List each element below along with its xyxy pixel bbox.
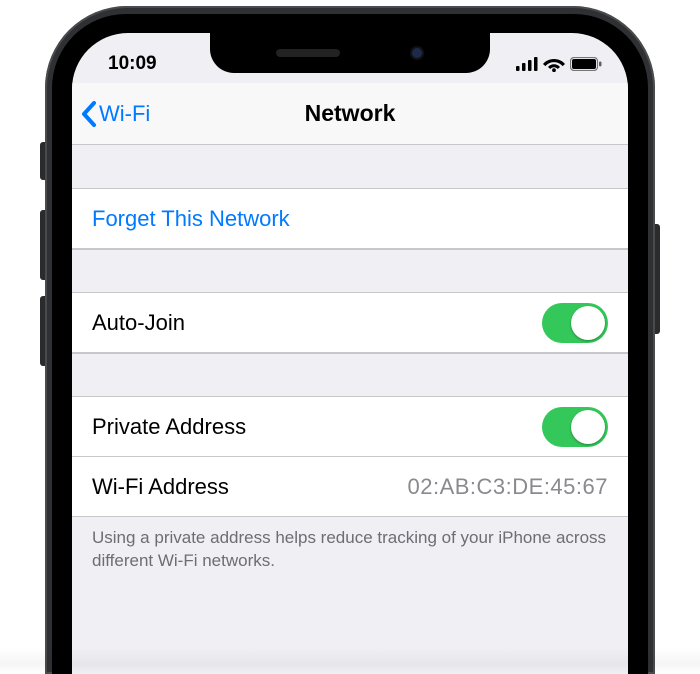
private-address-row: Private Address	[72, 397, 628, 457]
phone-speaker	[276, 49, 340, 57]
chevron-left-icon	[80, 100, 97, 128]
section-gap	[72, 145, 628, 189]
battery-icon	[570, 57, 602, 71]
back-button-label: Wi-Fi	[99, 101, 150, 127]
wifi-address-label: Wi-Fi Address	[92, 474, 407, 500]
section-gap	[72, 249, 628, 293]
wifi-icon	[543, 56, 565, 72]
stage: 10:09	[0, 0, 700, 674]
wifi-address-row: Wi-Fi Address 02:AB:C3:DE:45:67	[72, 457, 628, 517]
toggle-knob	[571, 410, 605, 444]
toggle-knob	[571, 306, 605, 340]
wifi-address-value: 02:AB:C3:DE:45:67	[407, 474, 608, 500]
page-title: Network	[305, 100, 396, 127]
auto-join-row: Auto-Join	[72, 293, 628, 353]
auto-join-toggle[interactable]	[542, 303, 608, 343]
private-address-footer: Using a private address helps reduce tra…	[72, 517, 628, 593]
private-address-label: Private Address	[92, 414, 542, 440]
status-right	[516, 56, 602, 72]
phone-screen: 10:09	[72, 33, 628, 674]
forget-network-label: Forget This Network	[92, 206, 608, 232]
auto-join-label: Auto-Join	[92, 310, 542, 336]
phone-front-camera	[410, 46, 424, 60]
settings-content: Forget This Network Auto-Join Private Ad…	[72, 145, 628, 593]
back-button[interactable]: Wi-Fi	[80, 83, 150, 145]
nav-bar: Wi-Fi Network	[72, 83, 628, 145]
phone-notch	[210, 33, 490, 73]
forget-network-row[interactable]: Forget This Network	[72, 189, 628, 249]
cellular-signal-icon	[516, 57, 538, 71]
section-gap	[72, 353, 628, 397]
private-address-toggle[interactable]	[542, 407, 608, 447]
status-time: 10:09	[108, 53, 157, 75]
